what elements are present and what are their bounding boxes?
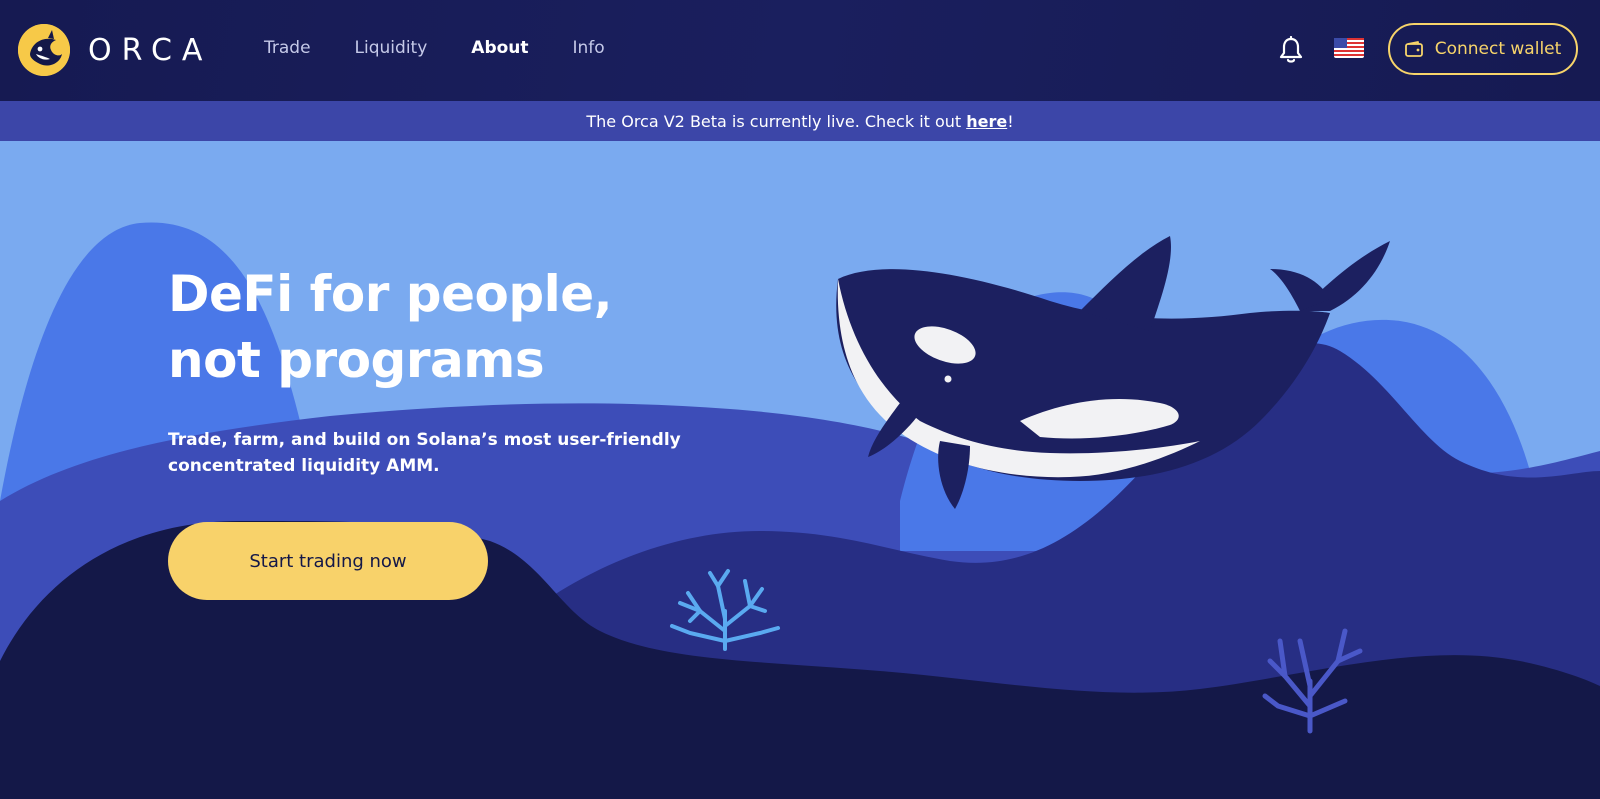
wallet-icon [1404, 41, 1423, 57]
orca-logo[interactable]: ORCA [18, 24, 212, 76]
headline-line-1: DeFi for people, [168, 265, 613, 323]
connect-wallet-label: Connect wallet [1434, 39, 1562, 59]
nav-item-info[interactable]: Info [573, 38, 605, 58]
nav-item-liquidity[interactable]: Liquidity [355, 38, 428, 58]
banner-suffix: ! [1007, 111, 1014, 131]
nav-item-trade[interactable]: Trade [264, 38, 311, 58]
orca-logo-icon [18, 24, 70, 76]
banner-text: The Orca V2 Beta is currently live. Chec… [586, 111, 962, 131]
hero-section: DeFi for people, not programs Trade, far… [0, 141, 1600, 799]
hero-subtext: Trade, farm, and build on Solana’s most … [168, 430, 681, 476]
nav-menu: Trade Liquidity About Info [264, 38, 649, 58]
announcement-banner: The Orca V2 Beta is currently live. Chec… [0, 101, 1600, 141]
connect-wallet-button[interactable]: Connect wallet [1388, 23, 1578, 75]
top-navbar: ORCA Trade Liquidity About Info Connect … [0, 0, 1600, 101]
bell-icon[interactable] [1278, 36, 1304, 64]
headline-line-2: not programs [168, 331, 545, 389]
hero-headline: DeFi for people, not programs [168, 261, 728, 393]
nav-item-about[interactable]: About [471, 38, 528, 58]
brand-name: ORCA [88, 32, 213, 68]
banner-link[interactable]: here [966, 112, 1007, 131]
start-trading-button[interactable]: Start trading now [168, 522, 488, 600]
us-flag-icon[interactable] [1334, 38, 1364, 58]
